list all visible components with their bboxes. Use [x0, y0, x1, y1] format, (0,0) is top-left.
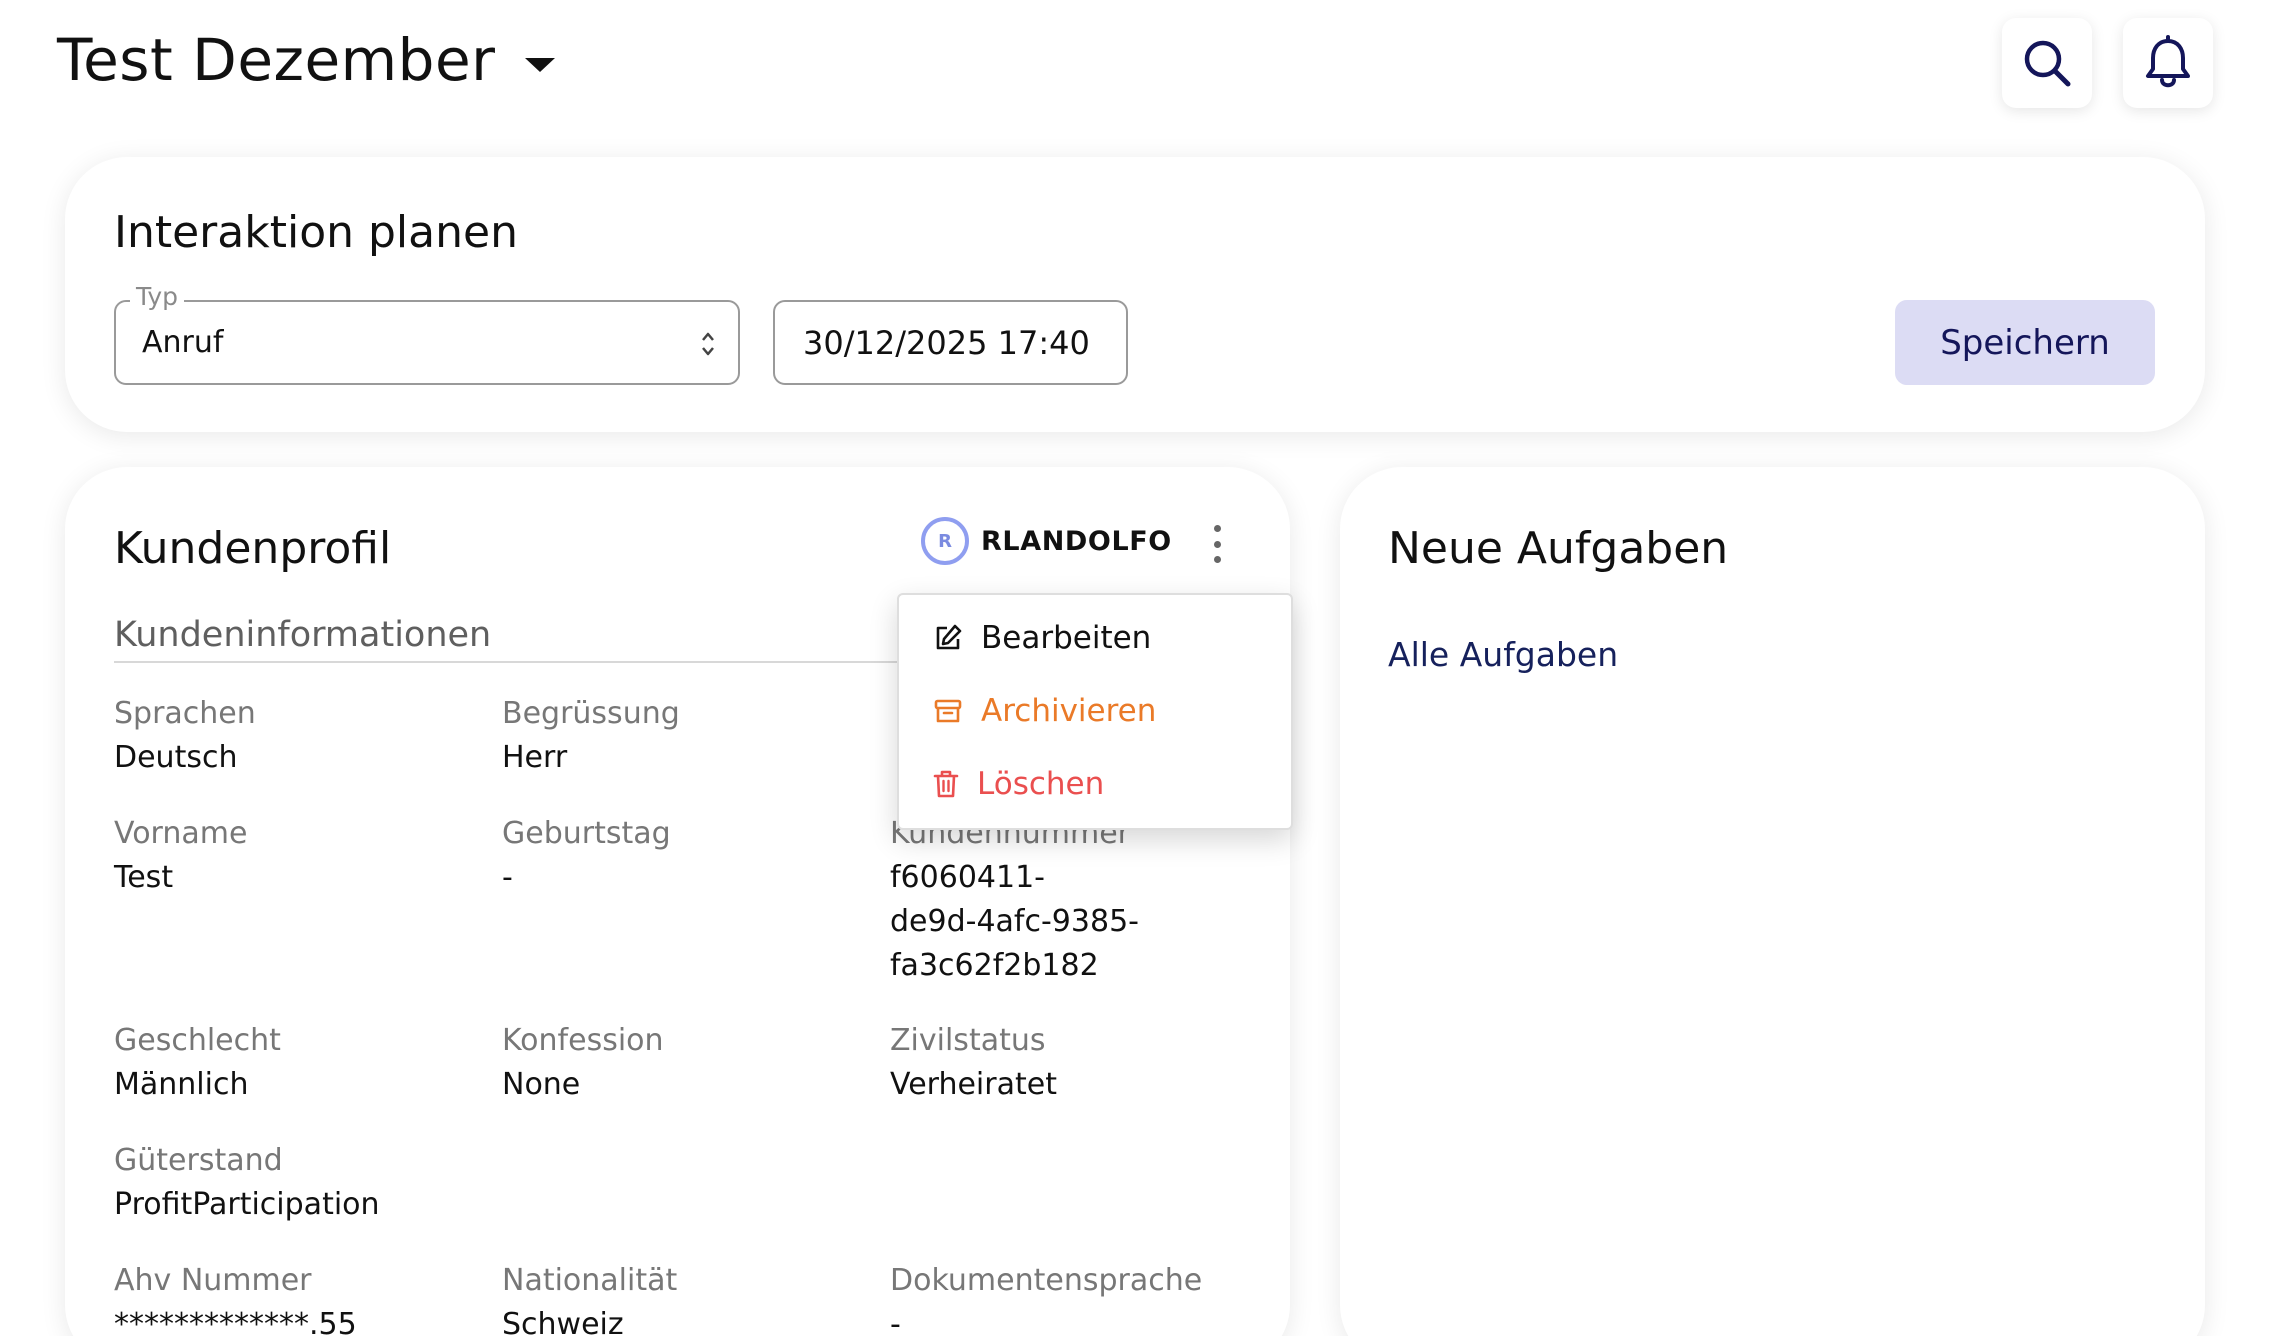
info-field-value: *************.55 [114, 1307, 357, 1336]
profile-card-title: Kundenprofil [114, 523, 392, 574]
info-field: Dokumentensprache - [890, 1259, 1250, 1336]
avatar: R [921, 517, 969, 565]
info-field-value: - [502, 860, 513, 895]
info-field: Begrüssung Herr [502, 692, 862, 780]
more-options-icon[interactable] [1202, 523, 1232, 565]
all-tasks-link[interactable]: Alle Aufgaben [1388, 635, 1618, 674]
info-field: Nationalität Schweiz [502, 1259, 862, 1336]
menu-item-label: Archivieren [981, 693, 1157, 729]
new-tasks-card: Neue Aufgaben Alle Aufgaben [1340, 467, 2205, 1336]
info-field-value: ProfitParticipation [114, 1187, 380, 1222]
info-field: Konfession None [502, 1019, 862, 1107]
info-field-value: f6060411- de9d-4afc-9385- fa3c62f2b182 [890, 860, 1139, 983]
info-field-label: Konfession [502, 1023, 664, 1058]
info-field: Ahv Nummer *************.55 [114, 1259, 474, 1336]
type-select[interactable]: Typ Anruf [114, 282, 740, 385]
assigned-user-chip[interactable]: R RLANDOLFO [921, 517, 1172, 565]
info-field-label: Zivilstatus [890, 1023, 1046, 1058]
edit-icon [936, 624, 962, 650]
plan-interaction-card: Interaktion planen Typ Anruf 30/12/2025 … [65, 157, 2205, 432]
trash-icon [933, 770, 959, 798]
info-field: Geschlecht Männlich [114, 1019, 474, 1107]
info-field-label: Sprachen [114, 696, 256, 731]
info-field-label: Vorname [114, 816, 248, 851]
info-field-label: Dokumentensprache [890, 1263, 1203, 1298]
info-field-label: Nationalität [502, 1263, 678, 1298]
info-field-label: Ahv Nummer [114, 1263, 312, 1298]
page: Test Dezember Interaktion planen Typ Anr… [0, 0, 2284, 1336]
datetime-value: 30/12/2025 17:40 [803, 323, 1090, 362]
info-field-value: Männlich [114, 1067, 249, 1102]
info-field: Kundennummer f6060411- de9d-4afc-9385- f… [890, 812, 1250, 988]
workspace-selector[interactable]: Test Dezember [57, 26, 556, 94]
info-field: Vorname Test [114, 812, 474, 900]
type-select-value: Anruf [142, 325, 224, 360]
info-field: Güterstand ProfitParticipation [114, 1139, 474, 1227]
select-arrows-icon [702, 332, 714, 356]
info-field-label: Geschlecht [114, 1023, 281, 1058]
info-field-value: Herr [502, 740, 568, 775]
tasks-card-title: Neue Aufgaben [1388, 523, 1729, 574]
info-field-value: Test [114, 860, 174, 895]
datetime-input[interactable]: 30/12/2025 17:40 [773, 300, 1128, 385]
info-field-value: Deutsch [114, 740, 238, 775]
info-field: Geburtstag - [502, 812, 862, 900]
search-button[interactable] [2002, 18, 2092, 108]
menu-item-label: Bearbeiten [981, 620, 1152, 656]
info-field: Sprachen Deutsch [114, 692, 474, 780]
menu-item-archive[interactable]: Archivieren [933, 693, 1156, 729]
menu-item-delete[interactable]: Löschen [933, 766, 1104, 802]
info-field-label: Güterstand [114, 1143, 283, 1178]
type-select-label: Typ [130, 282, 185, 311]
info-field-value: Schweiz [502, 1307, 624, 1336]
notifications-button[interactable] [2123, 18, 2213, 108]
info-field-label: Geburtstag [502, 816, 671, 851]
menu-item-label: Löschen [977, 766, 1105, 802]
info-field: Zivilstatus Verheiratet [890, 1019, 1250, 1107]
search-icon [2024, 40, 2071, 87]
assigned-user-name: RLANDOLFO [981, 525, 1172, 557]
bell-icon [2146, 35, 2190, 88]
save-button[interactable]: Speichern [1895, 300, 2155, 385]
plan-card-title: Interaktion planen [114, 207, 518, 258]
page-title: Test Dezember [57, 26, 496, 94]
menu-item-edit[interactable]: Bearbeiten [933, 620, 1151, 656]
profile-actions-menu: Bearbeiten Archivieren Löschen [897, 593, 1293, 830]
info-field-value: None [502, 1067, 581, 1102]
info-field-label: Begrüssung [502, 696, 680, 731]
info-field-value: - [890, 1307, 901, 1336]
info-field-value: Verheiratet [890, 1067, 1057, 1102]
archive-icon [934, 699, 962, 723]
caret-down-icon[interactable] [525, 58, 556, 72]
